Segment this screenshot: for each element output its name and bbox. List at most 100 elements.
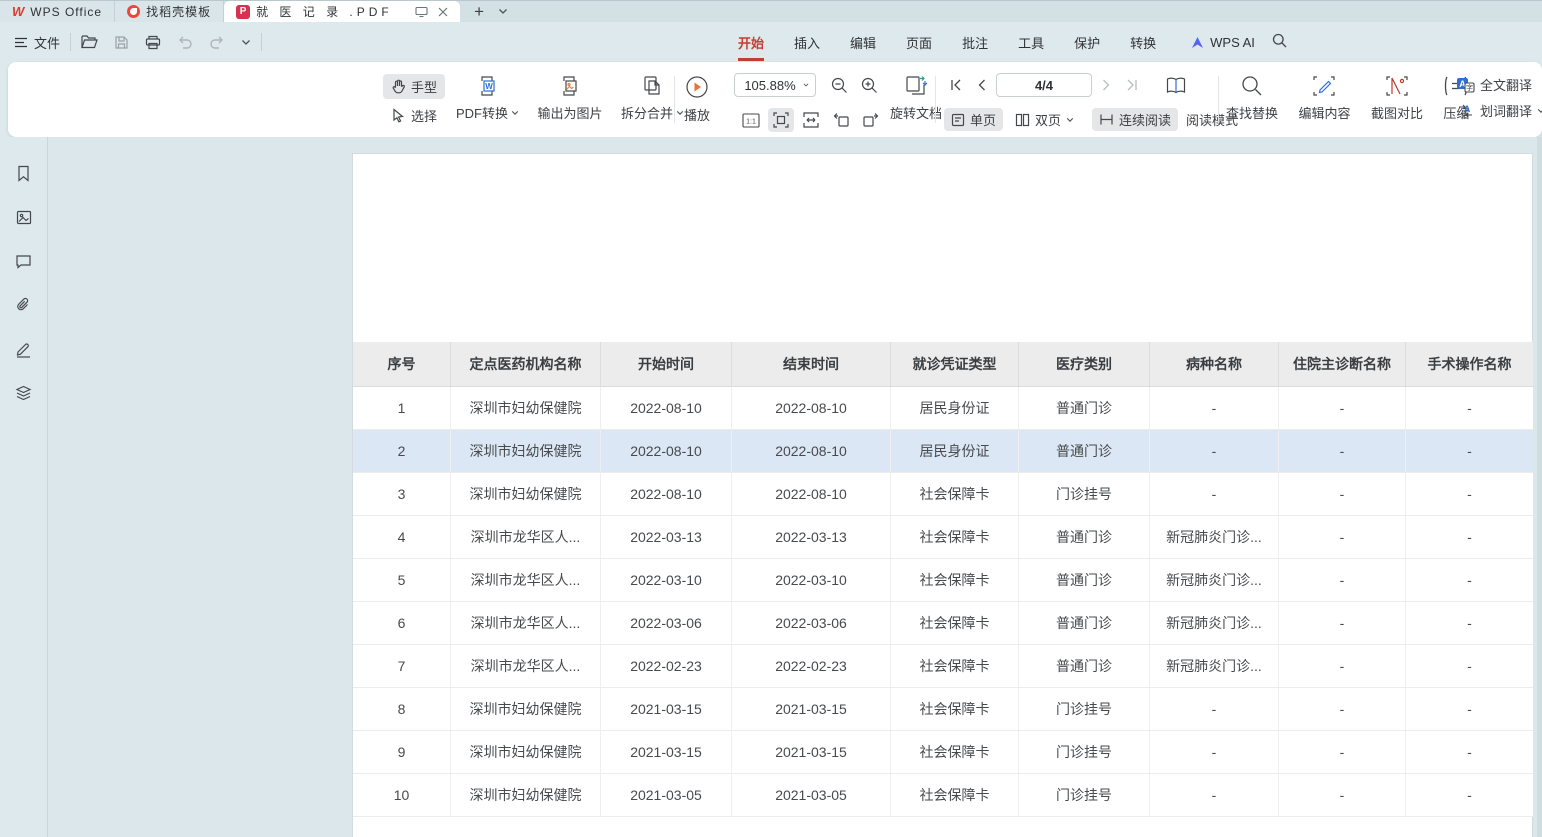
table-row: 6深圳市龙华区人...2022-03-062022-03-06社会保障卡普通门诊… — [353, 602, 1533, 645]
menu-tab-convert[interactable]: 转换 — [1130, 33, 1156, 52]
menu-tab-protect[interactable]: 保护 — [1074, 33, 1100, 52]
page-indicator-box[interactable] — [996, 73, 1092, 97]
table-cell: - — [1406, 731, 1533, 773]
word-translate-button[interactable]: A文 划词翻译 — [1456, 101, 1542, 120]
pdf-page: 序号定点医药机构名称开始时间结束时间就诊凭证类型医疗类别病种名称住院主诊断名称手… — [352, 153, 1533, 837]
last-page-icon[interactable] — [1120, 73, 1144, 97]
table-cell: 2022-03-10 — [601, 559, 732, 601]
comment-icon[interactable] — [14, 251, 34, 271]
table-cell: 社会保障卡 — [891, 731, 1019, 773]
split-merge-label: 拆分合并 — [621, 103, 673, 122]
tab-label: 找稻壳模板 — [146, 3, 211, 20]
attachment-icon[interactable] — [14, 295, 34, 315]
table-cell: 居民身份证 — [891, 430, 1019, 472]
menu-tab-tools[interactable]: 工具 — [1018, 33, 1044, 52]
menu-tab-page[interactable]: 页面 — [906, 33, 932, 52]
save-icon[interactable] — [114, 35, 129, 50]
fit-page-button[interactable] — [768, 108, 794, 132]
double-page-button[interactable]: 双页 — [1011, 108, 1078, 131]
tab-close-icon[interactable] — [438, 7, 448, 17]
new-tab-button[interactable]: + — [460, 1, 492, 22]
translate-group: A字 全文翻译 A文 划词翻译 — [1456, 62, 1542, 137]
tab-document-pdf[interactable]: P 就 医 记 录 .PDF — [224, 1, 460, 22]
continuous-read-label: 连续阅读 — [1119, 110, 1171, 129]
edit-content-button[interactable]: 编辑内容 — [1298, 62, 1350, 122]
tab-monitor-icon[interactable] — [415, 6, 428, 18]
menu-search-icon[interactable] — [1272, 33, 1287, 48]
actual-size-button[interactable]: 1:1 — [738, 108, 764, 132]
table-cell: 社会保障卡 — [891, 559, 1019, 601]
table-cell: 2022-08-10 — [732, 387, 891, 429]
rotate-right-button[interactable] — [858, 108, 884, 132]
wps-ai-button[interactable]: WPS AI — [1190, 35, 1255, 50]
menu-tab-edit[interactable]: 编辑 — [850, 33, 876, 52]
table-row: 5深圳市龙华区人...2022-03-102022-03-10社会保障卡普通门诊… — [353, 559, 1533, 602]
read-mode-book-icon[interactable] — [1164, 73, 1188, 97]
zoom-out-icon[interactable] — [826, 73, 852, 97]
pdf-convert-button[interactable]: W PDF转换 — [456, 62, 519, 122]
signature-pen-icon[interactable] — [14, 339, 34, 359]
quick-access-toolbar — [81, 35, 251, 50]
qat-chevron-icon[interactable] — [241, 39, 251, 46]
table-row: 4深圳市龙华区人...2022-03-132022-03-13社会保障卡普通门诊… — [353, 516, 1533, 559]
zoom-level-box[interactable] — [734, 73, 816, 97]
redo-icon[interactable] — [209, 36, 225, 49]
export-image-button[interactable]: 输出为图片 — [537, 62, 602, 122]
rotate-left-button[interactable] — [828, 108, 854, 132]
menu-tab-home[interactable]: 开始 — [738, 33, 764, 52]
vertical-scrollbar[interactable] — [1537, 137, 1542, 837]
table-cell: 新冠肺炎门诊... — [1150, 559, 1279, 601]
table-header-cell: 医疗类别 — [1019, 342, 1150, 386]
screenshot-compare-button[interactable]: 截图对比 — [1371, 62, 1423, 122]
table-header-cell: 结束时间 — [732, 342, 891, 386]
edit-content-label: 编辑内容 — [1298, 103, 1350, 122]
single-page-button[interactable]: 单页 — [944, 108, 1003, 131]
fit-width-button[interactable] — [798, 108, 824, 132]
table-cell: 深圳市妇幼保健院 — [451, 430, 601, 472]
table-cell: 2022-08-10 — [732, 473, 891, 515]
screenshot-compare-label: 截图对比 — [1371, 103, 1423, 122]
menu-tab-insert[interactable]: 插入 — [794, 33, 820, 52]
table-cell: - — [1406, 473, 1533, 515]
play-label: 播放 — [684, 105, 710, 124]
select-tool-button[interactable]: 选择 — [383, 103, 445, 128]
table-cell: 2022-03-06 — [601, 602, 732, 644]
table-cell: - — [1406, 688, 1533, 730]
table-cell: 新冠肺炎门诊... — [1150, 516, 1279, 558]
table-cell: 2022-08-10 — [601, 430, 732, 472]
play-button[interactable]: 播放 — [684, 62, 710, 124]
zoom-in-icon[interactable] — [856, 73, 882, 97]
table-cell: 深圳市龙华区人... — [451, 645, 601, 687]
select-tool-label: 选择 — [411, 106, 437, 125]
open-file-icon[interactable] — [81, 35, 98, 49]
layers-icon[interactable] — [14, 383, 34, 403]
print-icon[interactable] — [145, 35, 161, 50]
tab-list-chevron-icon[interactable] — [492, 1, 514, 22]
full-translate-button[interactable]: A字 全文翻译 — [1456, 75, 1542, 94]
zoom-level-input[interactable] — [741, 78, 799, 93]
bookmark-icon[interactable] — [14, 163, 34, 183]
table-cell: 门诊挂号 — [1019, 774, 1150, 816]
table-cell: - — [1279, 688, 1406, 730]
undo-icon[interactable] — [177, 36, 193, 49]
page-indicator-input[interactable] — [1004, 78, 1084, 93]
first-page-icon[interactable] — [944, 73, 968, 97]
hand-tool-button[interactable]: 手型 — [383, 74, 445, 99]
tab-wps-office[interactable]: W WPS Office — [0, 1, 115, 22]
prev-page-icon[interactable] — [970, 73, 994, 97]
next-page-icon[interactable] — [1094, 73, 1118, 97]
tab-docer-templates[interactable]: 找稻壳模板 — [115, 1, 224, 22]
thumbnail-icon[interactable] — [14, 207, 34, 227]
table-cell: 社会保障卡 — [891, 516, 1019, 558]
continuous-read-button[interactable]: 连续阅读 — [1092, 108, 1178, 131]
menu-tab-comment[interactable]: 批注 — [962, 33, 988, 52]
table-cell: 2022-08-10 — [732, 430, 891, 472]
divider — [1218, 76, 1219, 123]
table-cell: 2021-03-15 — [732, 688, 891, 730]
file-menu-button[interactable]: 文件 — [14, 33, 60, 52]
table-header-cell: 住院主诊断名称 — [1279, 342, 1406, 386]
find-replace-button[interactable]: 查找替换 — [1226, 62, 1278, 122]
left-sidebar — [0, 137, 48, 837]
table-header-cell: 手术操作名称 — [1406, 342, 1533, 386]
table-cell: 2022-03-10 — [732, 559, 891, 601]
